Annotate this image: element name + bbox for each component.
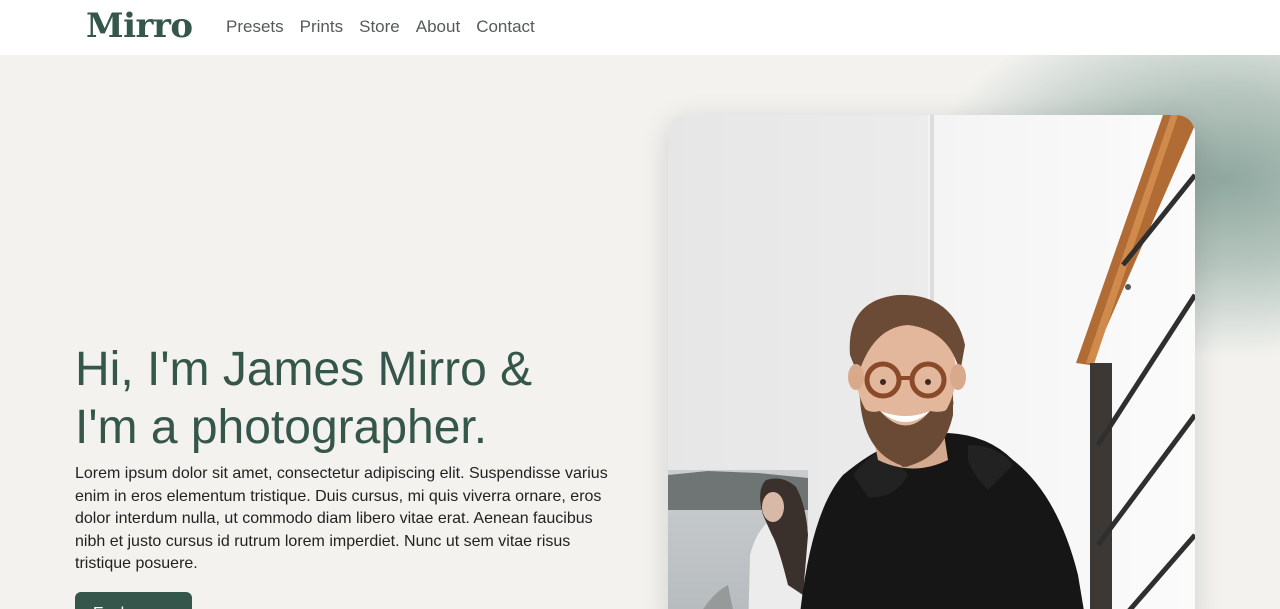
nav-link-prints[interactable]: Prints bbox=[300, 17, 343, 37]
nav-link-presets[interactable]: Presets bbox=[226, 17, 284, 37]
nav-link-store[interactable]: Store bbox=[359, 17, 400, 37]
nav-link-about[interactable]: About bbox=[416, 17, 460, 37]
nav-menu: Presets Prints Store About Contact bbox=[226, 17, 551, 37]
explore-button[interactable]: Explore bbox=[75, 592, 192, 609]
top-navbar: Mirro Presets Prints Store About Contact bbox=[0, 0, 1280, 55]
headline-line-2: I'm a photographer. bbox=[75, 401, 488, 454]
headline-line-1: Hi, I'm James Mirro & bbox=[75, 343, 533, 396]
hero-intro-text: Lorem ipsum dolor sit amet, consectetur … bbox=[75, 465, 608, 573]
hero-section: Hi, I'm James Mirro & I'm a photographer… bbox=[0, 55, 1280, 609]
logo-link[interactable]: Mirro bbox=[86, 4, 193, 48]
portrait-photo bbox=[668, 115, 1195, 609]
nav-link-contact[interactable]: Contact bbox=[476, 17, 535, 37]
hero-headline: Hi, I'm James Mirro & I'm a photographer… bbox=[75, 341, 635, 457]
portrait-illustration bbox=[668, 115, 1195, 609]
